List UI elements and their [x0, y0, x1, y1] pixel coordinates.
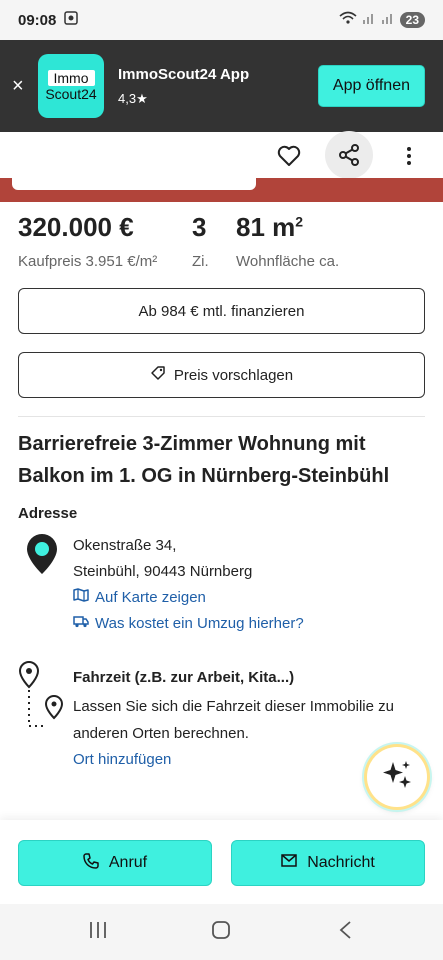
- ai-assistant-button[interactable]: [367, 747, 427, 807]
- living-area: 81 m: [236, 212, 296, 242]
- map-link-label: Auf Karte zeigen: [95, 589, 206, 606]
- message-label: Nachricht: [307, 854, 375, 871]
- favorite-heart-icon[interactable]: [269, 136, 309, 176]
- truck-icon: [73, 611, 89, 637]
- living-area-label: Wohnfläche ca.: [236, 253, 340, 270]
- area-superscript: 2: [295, 213, 304, 230]
- location-pin-icon: [26, 533, 58, 580]
- moving-cost-link[interactable]: Was kostet ein Umzug hierher?: [73, 611, 304, 637]
- key-facts: 320.000 € Kaufpreis 3.951 €/m² 3 Zi. 81 …: [18, 212, 428, 270]
- rooms: 3: [192, 212, 207, 242]
- map-icon: [73, 585, 89, 611]
- more-options-icon[interactable]: [389, 136, 429, 176]
- price-per-sqm: Kaufpreis 3.951 €/m²: [18, 253, 158, 270]
- back-icon[interactable]: [336, 920, 356, 945]
- sparkle-icon: [380, 758, 414, 797]
- price-tag-icon: [150, 365, 166, 385]
- signal-icon: [362, 11, 376, 29]
- travel-time-title: Fahrzeit (z.B. zur Arbeit, Kita...): [73, 669, 295, 686]
- envelope-icon: [281, 854, 297, 872]
- share-icon[interactable]: [325, 131, 373, 179]
- app-banner: × Immo Scout24 ImmoScout24 App 4,3★ App …: [0, 40, 443, 132]
- app-rating: 4,3★: [118, 90, 148, 106]
- home-icon[interactable]: [211, 920, 231, 945]
- battery-badge: 23: [399, 12, 425, 28]
- travel-time-description: Lassen Sie sich die Fahrzeit dieser Immo…: [73, 698, 394, 742]
- call-label: Anruf: [108, 854, 148, 871]
- contact-bar: Anruf Nachricht: [0, 820, 443, 904]
- listing-photo[interactable]: [0, 178, 443, 202]
- financing-label: Ab 984 € mtl. finanzieren: [138, 302, 305, 320]
- financing-button[interactable]: Ab 984 € mtl. finanzieren: [18, 288, 425, 334]
- show-on-map-link[interactable]: Auf Karte zeigen: [73, 585, 304, 611]
- action-bar: [0, 131, 443, 179]
- suggest-price-label: Preis vorschlagen: [173, 366, 294, 384]
- suggest-price-button[interactable]: Preis vorschlagen: [18, 352, 425, 398]
- wifi-icon: [339, 11, 357, 29]
- recent-apps-icon[interactable]: [88, 920, 108, 945]
- phone-icon: [83, 852, 99, 874]
- status-time: 09:08: [18, 11, 57, 29]
- open-app-button[interactable]: App öffnen: [317, 65, 425, 107]
- logo-line2: Scout24: [45, 86, 97, 102]
- address-street: Okenstraße 34,: [73, 537, 177, 554]
- divider: [18, 416, 425, 417]
- message-button[interactable]: Nachricht: [231, 840, 425, 886]
- status-bar: 09:08 23: [0, 0, 443, 40]
- rooms-unit: Zi.: [192, 253, 209, 270]
- screenshot-icon: [64, 11, 79, 29]
- system-nav-bar: [0, 904, 443, 960]
- address-heading: Adresse: [18, 505, 78, 522]
- route-icon: [18, 660, 68, 735]
- price: 320.000 €: [18, 212, 134, 242]
- moving-link-label: Was kostet ein Umzug hierher?: [95, 615, 304, 632]
- app-logo: Immo Scout24: [38, 54, 104, 118]
- photo-overlay-card: [12, 178, 256, 190]
- app-name: ImmoScout24 App: [118, 65, 250, 83]
- listing-title: Barrierefreie 3-Zimmer Wohnung mit Balko…: [18, 433, 390, 487]
- close-icon[interactable]: ×: [12, 75, 34, 98]
- call-button[interactable]: Anruf: [18, 840, 212, 886]
- logo-line1: Immo: [47, 70, 95, 86]
- address-city: Steinbühl, 90443 Nürnberg: [73, 563, 253, 580]
- signal-icon-2: [381, 11, 395, 29]
